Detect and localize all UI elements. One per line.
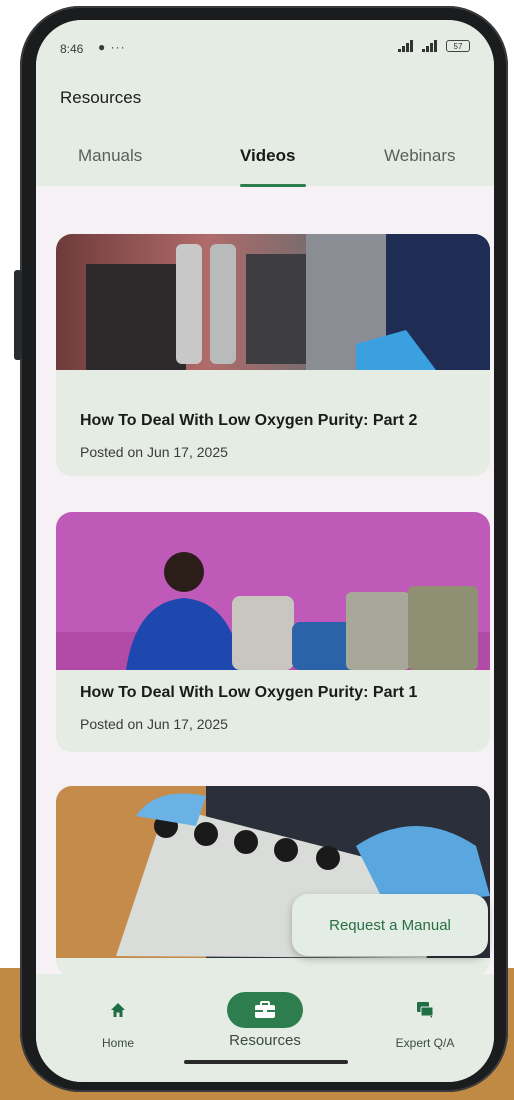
signal-icon	[422, 40, 440, 52]
video-thumbnail	[56, 234, 490, 370]
video-card[interactable]: How To Deal With Low Oxygen Purity: Part…	[56, 512, 490, 752]
chat-icon	[382, 992, 468, 1028]
video-thumbnail	[56, 512, 490, 670]
battery-icon: 57	[446, 40, 470, 52]
briefcase-icon	[227, 992, 303, 1028]
nav-resources-label: Resources	[229, 1032, 301, 1049]
tab-bar: Manuals Videos Webinars	[36, 146, 494, 186]
nav-home-label: Home	[101, 1036, 134, 1050]
signal-icon	[398, 40, 416, 52]
top-app-bar: 8:46 ● ··· 57 Resources Manuals Videos W…	[36, 20, 494, 186]
notification-icons: ● ···	[98, 40, 126, 54]
request-manual-button[interactable]: Request a Manual	[292, 894, 488, 956]
video-date: Posted on Jun 17, 2025	[80, 716, 228, 732]
nav-home[interactable]: Home	[88, 992, 148, 1050]
nav-expert-qa[interactable]: Expert Q/A	[382, 992, 468, 1050]
status-bar: 8:46 ● ··· 57	[60, 40, 470, 60]
video-title: How To Deal With Low Oxygen Purity: Part…	[80, 684, 418, 701]
page-title: Resources	[60, 88, 142, 107]
video-date: Posted on Jun 17, 2025	[80, 444, 228, 460]
nav-resources[interactable]: Resources	[222, 992, 308, 1049]
active-tab-indicator	[240, 184, 306, 187]
video-card[interactable]: How To Deal With Low Oxygen Purity: Part…	[56, 234, 490, 476]
status-time: 8:46	[60, 42, 84, 56]
phone-side-button	[14, 270, 22, 360]
status-icons: 57	[398, 40, 470, 52]
tab-videos[interactable]: Videos	[240, 146, 295, 166]
app-screen: 8:46 ● ··· 57 Resources Manuals Videos W…	[36, 20, 494, 1082]
video-title: How To Deal With Low Oxygen Purity: Part…	[80, 412, 418, 429]
bottom-navigation: Home Resources Expert Q/A	[36, 974, 494, 1082]
home-icon	[88, 992, 148, 1028]
tab-webinars[interactable]: Webinars	[384, 146, 456, 166]
nav-expert-qa-label: Expert Q/A	[395, 1036, 455, 1050]
tab-manuals[interactable]: Manuals	[78, 146, 142, 166]
home-indicator	[184, 1060, 348, 1064]
